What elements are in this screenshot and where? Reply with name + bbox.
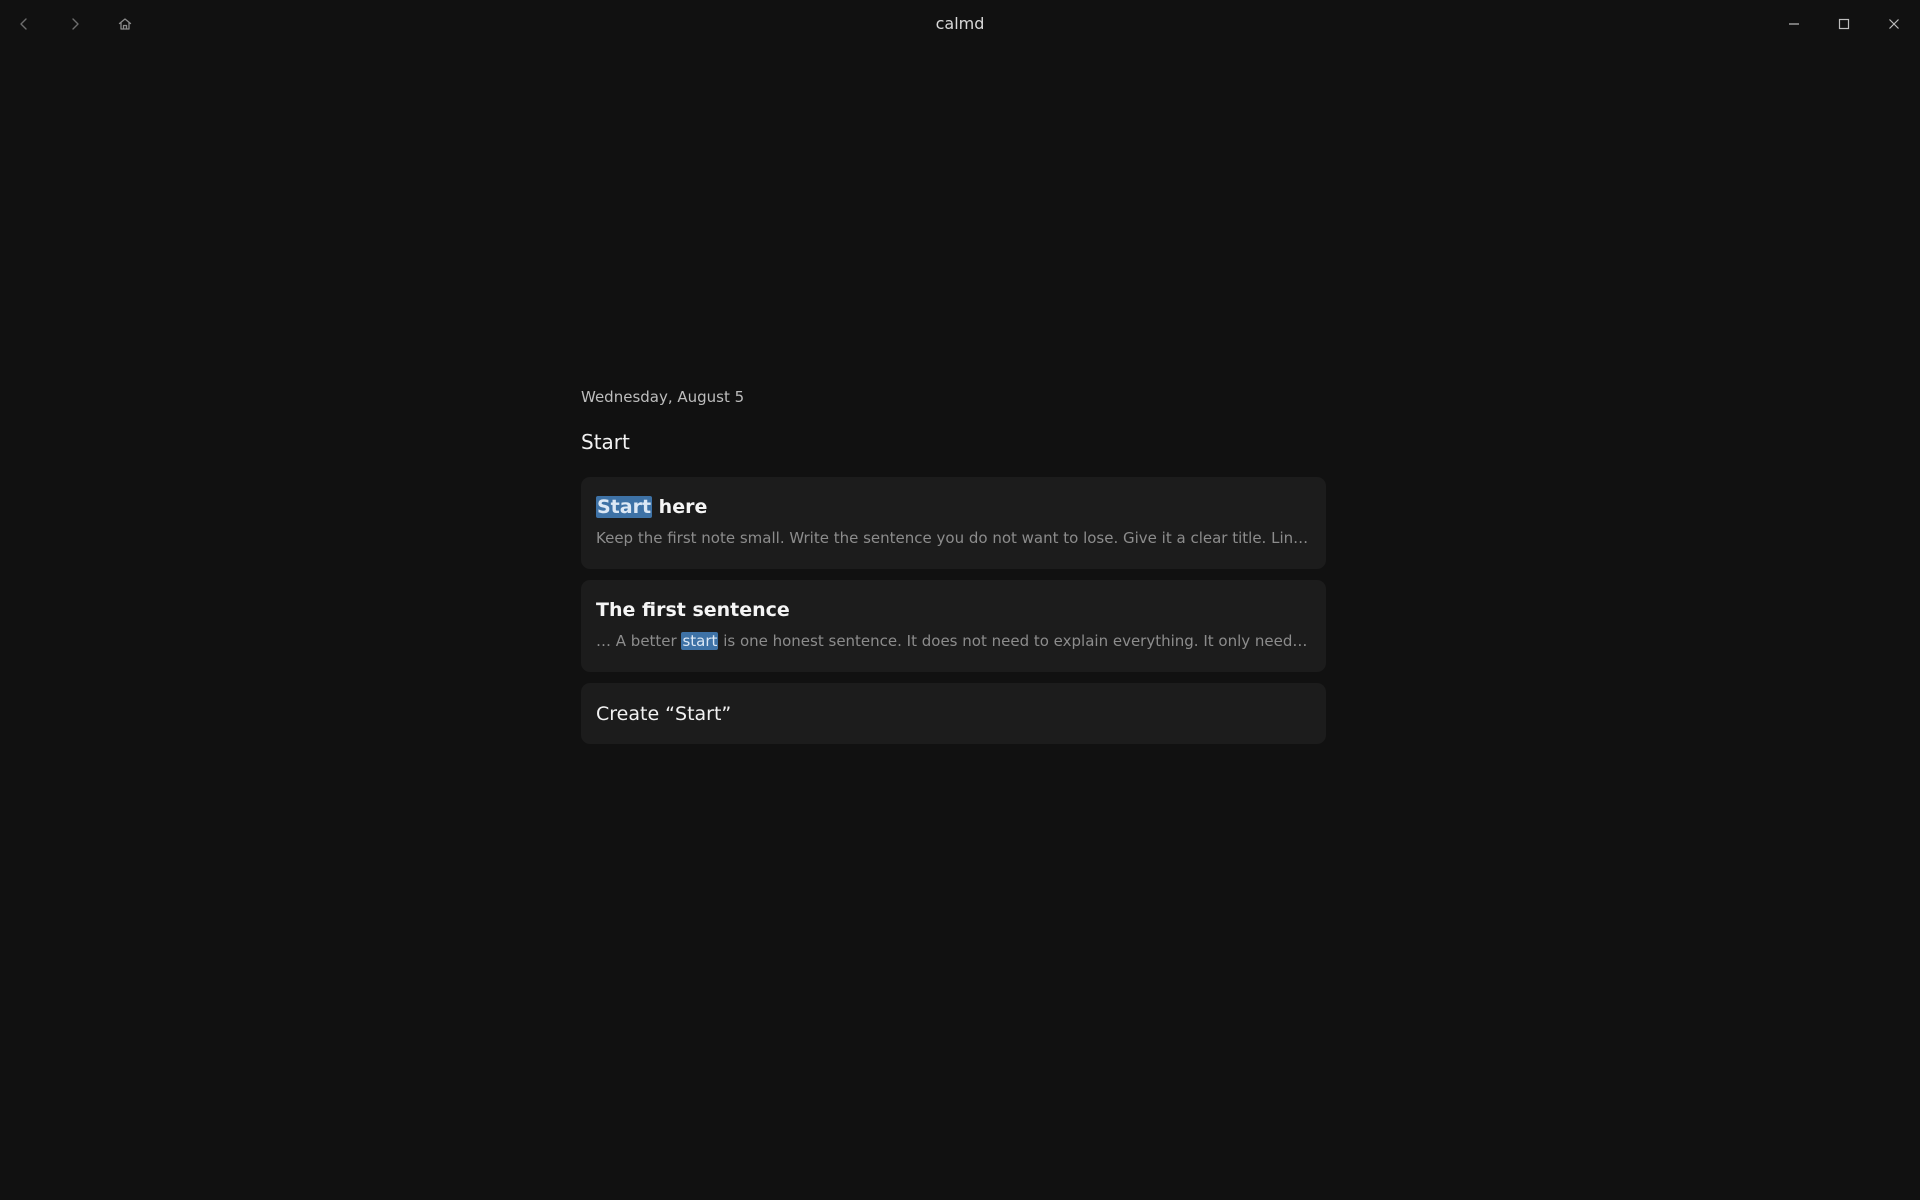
close-icon bbox=[1889, 19, 1899, 29]
create-note-button[interactable]: Create “Start” bbox=[581, 683, 1326, 744]
result-snippet: Keep the first note small. Write the sen… bbox=[596, 529, 1311, 547]
title-bar: calmd bbox=[0, 0, 1920, 48]
chevron-left-icon bbox=[20, 18, 27, 30]
title-rest: here bbox=[652, 496, 708, 518]
search-query[interactable]: Start bbox=[581, 428, 1326, 456]
snippet-highlight: start bbox=[681, 632, 719, 650]
back-button[interactable] bbox=[12, 12, 36, 36]
result-title: Start here bbox=[596, 494, 1311, 520]
chevron-right-icon bbox=[72, 18, 79, 30]
result-title: The first sentence bbox=[596, 599, 790, 621]
home-icon bbox=[118, 18, 132, 30]
result-first-sentence[interactable]: The first sentence … A better start is o… bbox=[581, 580, 1326, 672]
snippet-after: is one honest sentence. It does not need… bbox=[718, 632, 1311, 650]
search-panel: Wednesday, August 5 Start Start here Kee… bbox=[581, 386, 1326, 755]
home-button[interactable] bbox=[113, 12, 137, 36]
maximize-button[interactable] bbox=[1832, 12, 1856, 36]
create-note-label: Create “Start” bbox=[596, 702, 732, 725]
minimize-icon bbox=[1789, 23, 1799, 25]
maximize-icon bbox=[1838, 18, 1850, 30]
result-start-here[interactable]: Start here Keep the first note small. Wr… bbox=[581, 477, 1326, 569]
title-highlight: Start bbox=[596, 496, 653, 518]
result-snippet: … A better start is one honest sentence.… bbox=[596, 630, 1311, 652]
date-label: Wednesday, August 5 bbox=[581, 388, 745, 406]
close-button[interactable] bbox=[1882, 12, 1906, 36]
app-title: calmd bbox=[935, 14, 985, 33]
forward-button[interactable] bbox=[63, 12, 87, 36]
minimize-button[interactable] bbox=[1782, 12, 1806, 36]
results-list: Start here Keep the first note small. Wr… bbox=[581, 477, 1326, 744]
snippet-before: … A better bbox=[596, 632, 682, 650]
